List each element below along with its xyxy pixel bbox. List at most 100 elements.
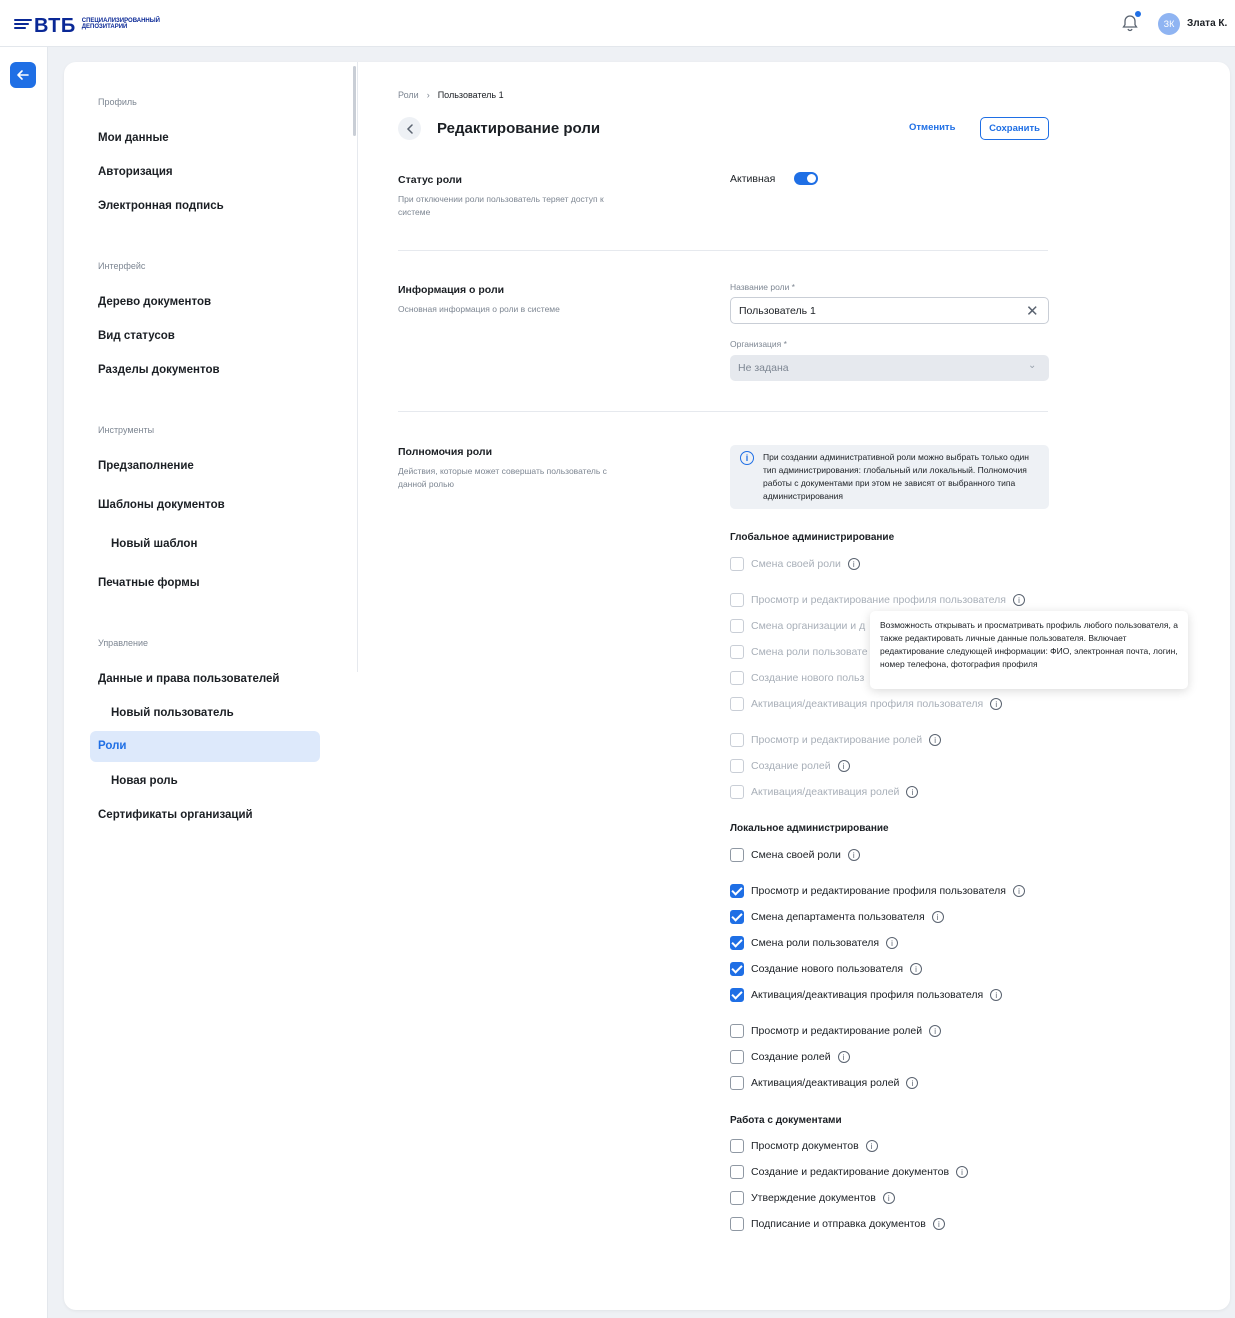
role-name-input[interactable] <box>730 297 1049 324</box>
local-perm-row[interactable]: Смена роли пользователя i <box>730 935 899 951</box>
checkbox[interactable] <box>730 593 744 607</box>
clear-icon[interactable]: ✕ <box>1026 302 1039 320</box>
checkbox[interactable] <box>730 619 744 633</box>
checkbox-checked[interactable] <box>730 936 744 950</box>
sidebar-item-document-templates[interactable]: Шаблоны документов <box>98 499 225 511</box>
docs-perm-row[interactable]: Утверждение документов i <box>730 1190 895 1206</box>
sidebar-item-new-template[interactable]: Новый шаблон <box>111 538 197 550</box>
local-perm-row[interactable]: Создание нового пользователя i <box>730 961 923 977</box>
info-icon[interactable]: i <box>882 1192 895 1204</box>
checkbox[interactable] <box>730 1024 744 1038</box>
sidebar-item-user-data-rights[interactable]: Данные и права пользователей <box>98 673 280 685</box>
checkbox[interactable] <box>730 848 744 862</box>
info-icon[interactable]: i <box>865 1140 878 1152</box>
local-perm-row[interactable]: Просмотр и редактирование ролей i <box>730 1023 942 1039</box>
info-icon[interactable]: i <box>837 1051 850 1063</box>
info-icon[interactable]: i <box>1012 594 1025 606</box>
info-icon[interactable]: i <box>886 937 899 949</box>
checkbox[interactable] <box>730 733 744 747</box>
global-perm-row[interactable]: Создание ролей i <box>730 758 850 774</box>
info-icon[interactable]: i <box>990 698 1003 710</box>
info-icon[interactable]: i <box>990 989 1003 1001</box>
top-header: ВТБ Специализированный депозитарий ЗК Зл… <box>0 0 1235 47</box>
global-perm-row[interactable]: Активация/деактивация ролей i <box>730 784 919 800</box>
sidebar-item-prefill[interactable]: Предзаполнение <box>98 460 194 472</box>
sidebar-item-my-data[interactable]: Мои данные <box>98 132 169 144</box>
breadcrumb-separator: › <box>426 90 430 100</box>
sidebar-item-e-signature[interactable]: Электронная подпись <box>98 200 224 212</box>
local-perm-row[interactable]: Создание ролей i <box>730 1049 850 1065</box>
info-icon[interactable]: i <box>847 849 860 861</box>
divider <box>398 250 1048 251</box>
docs-perm-row[interactable]: Создание и редактирование документов i <box>730 1164 969 1180</box>
global-perm-row[interactable]: Активация/деактивация профиля пользовате… <box>730 696 1003 712</box>
checkbox[interactable] <box>730 1076 744 1090</box>
perm-label: Создание ролей <box>751 760 831 772</box>
global-perm-row[interactable]: Создание нового польз <box>730 670 864 686</box>
active-toggle[interactable] <box>794 172 818 185</box>
checkbox[interactable] <box>730 759 744 773</box>
global-perm-row[interactable]: Просмотр и редактирование ролей i <box>730 732 942 748</box>
sidebar-section-management: Управление <box>98 638 149 648</box>
back-button[interactable] <box>10 62 36 88</box>
title-back-button[interactable] <box>398 117 421 140</box>
sidebar-item-print-forms[interactable]: Печатные формы <box>98 577 200 589</box>
global-perm-row[interactable]: Смена своей роли i <box>730 556 860 572</box>
local-perm-row[interactable]: Активация/деактивация ролей i <box>730 1075 919 1091</box>
checkbox-checked[interactable] <box>730 988 744 1002</box>
sidebar-item-status-view[interactable]: Вид статусов <box>98 330 175 342</box>
save-button[interactable]: Сохранить <box>980 117 1049 140</box>
local-perm-row[interactable]: Смена своей роли i <box>730 847 860 863</box>
checkbox-checked[interactable] <box>730 962 744 976</box>
info-icon[interactable]: i <box>847 558 860 570</box>
local-perm-row[interactable]: Активация/деактивация профиля пользовате… <box>730 987 1003 1003</box>
cancel-button[interactable]: Отменить <box>909 122 955 133</box>
vtb-logo[interactable]: ВТБ Специализированный депозитарий <box>14 12 162 36</box>
info-icon[interactable]: i <box>929 734 942 746</box>
checkbox[interactable] <box>730 671 744 685</box>
info-icon[interactable]: i <box>837 760 850 772</box>
info-icon[interactable]: i <box>929 1025 942 1037</box>
sidebar-item-document-sections[interactable]: Разделы документов <box>98 364 220 376</box>
global-perm-row[interactable]: Смена роли пользовате <box>730 644 868 660</box>
checkbox[interactable] <box>730 1050 744 1064</box>
checkbox[interactable] <box>730 645 744 659</box>
checkbox[interactable] <box>730 697 744 711</box>
user-name[interactable]: Злата К. <box>1187 18 1227 29</box>
local-perm-row[interactable]: Смена департамента пользователя i <box>730 909 944 925</box>
local-perm-row[interactable]: Просмотр и редактирование профиля пользо… <box>730 883 1025 899</box>
checkbox[interactable] <box>730 785 744 799</box>
checkbox[interactable] <box>730 1217 744 1231</box>
global-perm-row[interactable]: Смена организации и д <box>730 618 865 634</box>
sidebar-item-new-role[interactable]: Новая роль <box>111 775 178 787</box>
avatar[interactable]: ЗК <box>1158 13 1180 35</box>
sidebar-item-org-certificates[interactable]: Сертификаты организаций <box>98 809 253 821</box>
sidebar-item-new-user[interactable]: Новый пользователь <box>111 707 234 719</box>
checkbox-checked[interactable] <box>730 884 744 898</box>
breadcrumb-current: Пользователь 1 <box>437 90 504 100</box>
info-icon[interactable]: i <box>1012 885 1025 897</box>
breadcrumb-root[interactable]: Роли <box>398 90 419 100</box>
info-icon[interactable]: i <box>906 786 919 798</box>
info-icon[interactable]: i <box>932 1218 945 1230</box>
left-rail <box>0 47 48 1318</box>
checkbox-checked[interactable] <box>730 910 744 924</box>
organization-select[interactable]: Не задана <box>730 355 1049 381</box>
chevron-down-icon: ⌄ <box>1028 360 1037 371</box>
global-perm-row[interactable]: Просмотр и редактирование профиля пользо… <box>730 592 1025 608</box>
checkbox[interactable] <box>730 1165 744 1179</box>
arrow-left-icon <box>17 70 29 80</box>
docs-perm-row[interactable]: Подписание и отправка документов i <box>730 1216 945 1232</box>
info-icon[interactable]: i <box>910 963 923 975</box>
checkbox[interactable] <box>730 557 744 571</box>
info-icon[interactable]: i <box>956 1166 969 1178</box>
checkbox[interactable] <box>730 1139 744 1153</box>
info-icon[interactable]: i <box>906 1077 919 1089</box>
sidebar-item-document-tree[interactable]: Дерево документов <box>98 296 211 308</box>
docs-perm-row[interactable]: Просмотр документов i <box>730 1138 878 1154</box>
perm-label: Подписание и отправка документов <box>751 1218 926 1230</box>
sidebar-scrollbar[interactable] <box>353 66 356 136</box>
checkbox[interactable] <box>730 1191 744 1205</box>
sidebar-item-authorization[interactable]: Авторизация <box>98 166 173 178</box>
info-icon[interactable]: i <box>931 911 944 923</box>
